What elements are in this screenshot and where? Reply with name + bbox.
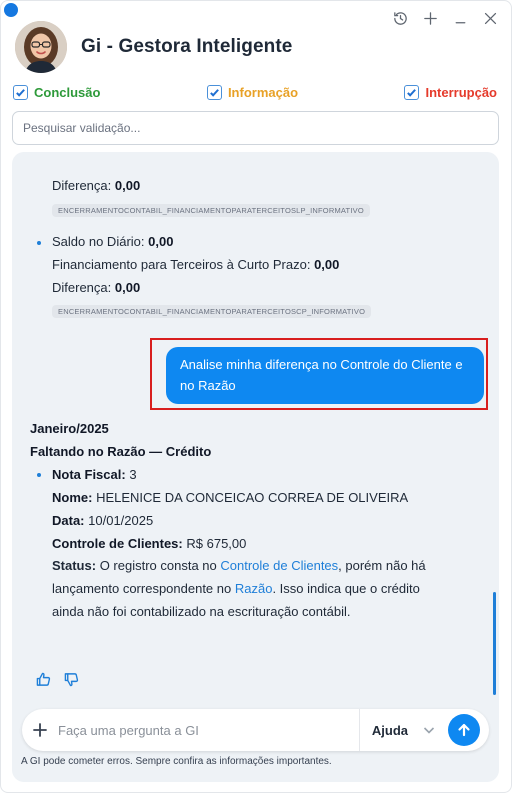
controle-line: Controle de Clientes: R$ 675,00	[52, 536, 247, 551]
nota-fiscal-line: Nota Fiscal: 3	[52, 467, 137, 482]
diff-value: 0,00	[114, 178, 141, 193]
financiamento-value: 0,00	[314, 257, 340, 272]
chat-panel: Diferença: 0,00 ENCERRAMENTOCONTABIL_FIN…	[12, 152, 499, 782]
chevron-down-icon	[423, 727, 435, 734]
help-dropdown[interactable]: Ajuda	[360, 709, 448, 751]
help-label: Ajuda	[371, 722, 408, 738]
filter-label-conclusao: Conclusão	[34, 85, 101, 100]
arrow-up-icon	[458, 723, 470, 737]
saldo-value: 0,00	[148, 234, 174, 249]
avatar	[15, 21, 67, 73]
bullet-point	[37, 473, 41, 477]
financiamento-line: Financiamento para Terceiros à Curto Pra…	[52, 257, 339, 272]
saldo-label: Saldo no Diário:	[52, 234, 145, 249]
validation-code-tag: ENCERRAMENTOCONTABIL_FINANCIAMENTOPARATE…	[52, 204, 370, 217]
filter-informacao[interactable]: Informação	[206, 85, 299, 100]
composer: Ajuda	[22, 709, 489, 751]
validation-code-tag: ENCERRAMENTOCONTABIL_FINANCIAMENTOPARATE…	[52, 305, 372, 318]
thumbs-down-icon[interactable]	[62, 670, 80, 688]
check-icon	[407, 89, 417, 97]
highlight-box: Analise minha diferença no Controle do C…	[150, 338, 488, 410]
disclaimer-text: A GI pode cometer erros. Sempre confira …	[21, 756, 332, 767]
financiamento-label: Financiamento para Terceiros à Curto Pra…	[52, 257, 311, 272]
minimize-icon[interactable]	[449, 7, 471, 29]
validation-filters: Conclusão Informação Interrupção	[13, 85, 497, 100]
new-chat-plus-icon[interactable]	[419, 7, 441, 29]
check-icon	[210, 89, 219, 97]
chat-scrollbar[interactable]	[493, 592, 496, 695]
data-line: Data: 10/01/2025	[52, 513, 154, 528]
user-message-bubble: Analise minha diferença no Controle do C…	[166, 347, 484, 404]
response-section-title: Faltando no Razão — Crédito	[30, 444, 212, 459]
status-dot	[4, 3, 18, 17]
diff-line-cp: Diferença: 0,00	[52, 280, 140, 295]
diff-line-lp: Diferença: 0,00	[52, 178, 140, 193]
window-controls	[389, 7, 501, 29]
assistant-window: Gi - Gestora Inteligente Conclusão Infor…	[0, 0, 512, 793]
checkbox-conclusao[interactable]	[13, 85, 28, 100]
filter-label-informacao: Informação	[227, 85, 299, 100]
bullet-point	[37, 241, 41, 245]
chat-messages: Diferença: 0,00 ENCERRAMENTOCONTABIL_FIN…	[12, 152, 499, 712]
saldo-line: Saldo no Diário: 0,00	[52, 234, 173, 249]
history-icon[interactable]	[389, 7, 411, 29]
attach-plus-icon[interactable]	[22, 709, 58, 751]
link-controle-de-clientes[interactable]: Controle de Clientes	[220, 558, 338, 573]
thumbs-up-icon[interactable]	[34, 670, 52, 688]
filter-label-interrupcao: Interrupção	[425, 85, 497, 100]
response-period: Janeiro/2025	[30, 421, 109, 436]
app-title: Gi - Gestora Inteligente	[81, 36, 293, 57]
check-icon	[16, 89, 25, 97]
filter-interrupcao[interactable]: Interrupção	[404, 85, 497, 100]
feedback-buttons	[34, 670, 80, 688]
diff-label: Diferença:	[52, 178, 112, 193]
validation-search-input[interactable]	[12, 111, 499, 145]
status-paragraph: Status: O registro consta no Controle de…	[52, 558, 426, 619]
filter-conclusao[interactable]: Conclusão	[13, 85, 100, 100]
nome-line: Nome: HELENICE DA CONCEICAO CORREA DE OL…	[52, 490, 409, 505]
send-button[interactable]	[448, 714, 480, 746]
checkbox-interrupcao[interactable]	[404, 85, 420, 100]
question-input[interactable]	[58, 710, 359, 750]
link-razao[interactable]: Razão	[235, 581, 273, 596]
header: Gi - Gestora Inteligente	[15, 21, 292, 73]
diff-label: Diferença:	[52, 280, 112, 295]
diff-value: 0,00	[114, 280, 141, 295]
close-icon[interactable]	[479, 7, 501, 29]
checkbox-informacao[interactable]	[206, 85, 222, 100]
